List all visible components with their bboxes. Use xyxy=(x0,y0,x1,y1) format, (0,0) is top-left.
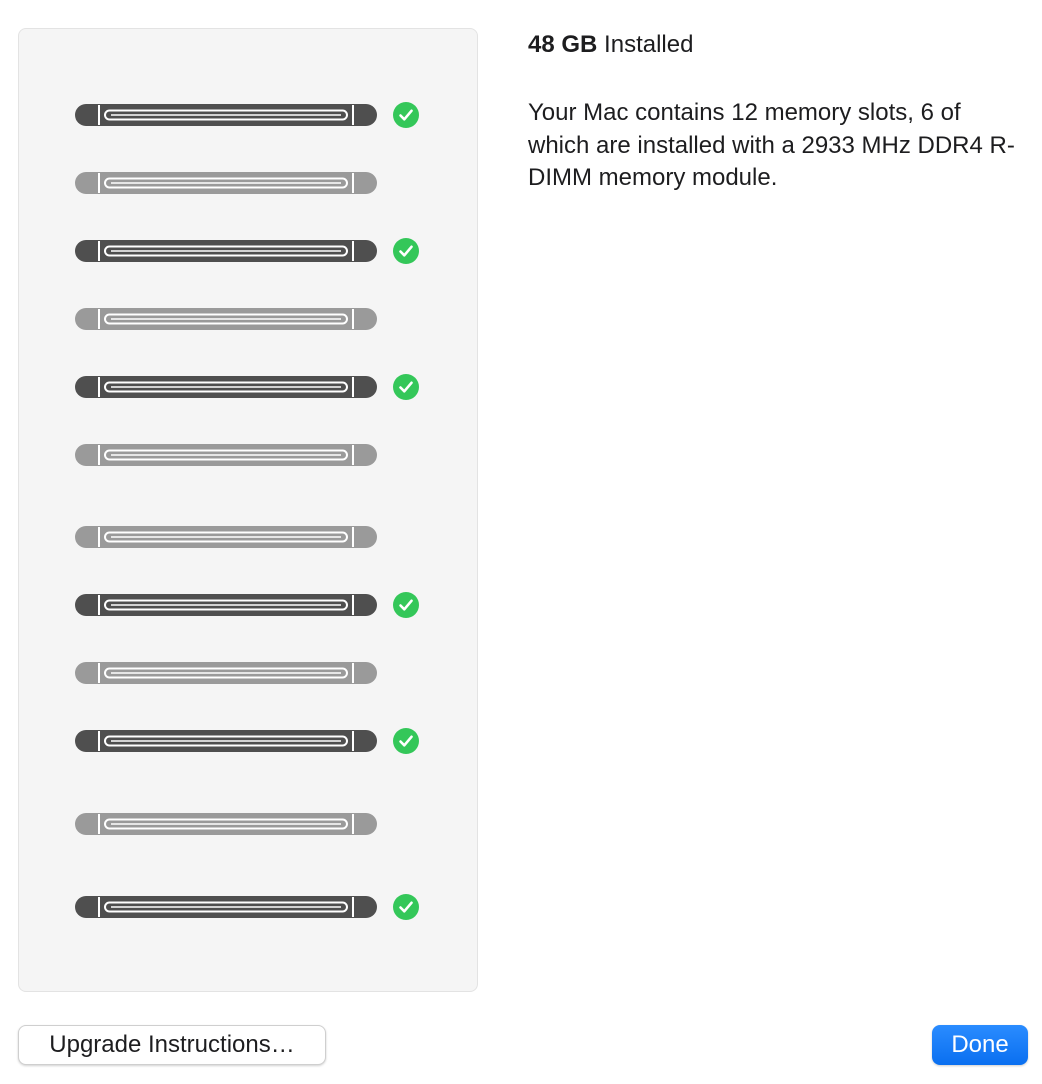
memory-module-icon xyxy=(75,730,377,752)
done-button[interactable]: Done xyxy=(932,1025,1028,1065)
checkmark-circle-icon xyxy=(393,728,419,754)
memory-module-icon xyxy=(75,444,377,466)
checkmark-circle-icon xyxy=(393,102,419,128)
memory-slot-9 xyxy=(75,660,435,686)
memory-module-icon xyxy=(75,172,377,194)
memory-module-icon xyxy=(75,662,377,684)
memory-module-icon xyxy=(75,594,377,616)
memory-summary: 48 GB Installed xyxy=(528,30,1028,60)
memory-module-icon xyxy=(75,526,377,548)
memory-slot-1 xyxy=(75,102,435,128)
memory-module-icon xyxy=(75,104,377,126)
memory-slot-11 xyxy=(75,811,435,837)
memory-description: Your Mac contains 12 memory slots, 6 of … xyxy=(528,99,1015,191)
memory-module-icon xyxy=(75,896,377,918)
checkmark-circle-icon xyxy=(393,894,419,920)
checkmark-circle-icon xyxy=(393,592,419,618)
memory-slot-7 xyxy=(75,524,435,550)
memory-slot-2 xyxy=(75,170,435,196)
memory-slot-8 xyxy=(75,592,435,618)
installed-label: Installed xyxy=(604,31,694,58)
checkmark-circle-icon xyxy=(393,238,419,264)
memory-slot-10 xyxy=(75,728,435,754)
memory-slot-3 xyxy=(75,238,435,264)
memory-module-icon xyxy=(75,376,377,398)
memory-amount: 48 GB xyxy=(528,31,598,58)
memory-module-icon xyxy=(75,240,377,262)
memory-slot-5 xyxy=(75,374,435,400)
memory-module-icon xyxy=(75,308,377,330)
memory-slot-12 xyxy=(75,894,435,920)
memory-module-icon xyxy=(75,813,377,835)
upgrade-instructions-button[interactable]: Upgrade Instructions… xyxy=(18,1025,326,1065)
checkmark-circle-icon xyxy=(393,374,419,400)
memory-slot-4 xyxy=(75,306,435,332)
memory-slot-6 xyxy=(75,442,435,468)
